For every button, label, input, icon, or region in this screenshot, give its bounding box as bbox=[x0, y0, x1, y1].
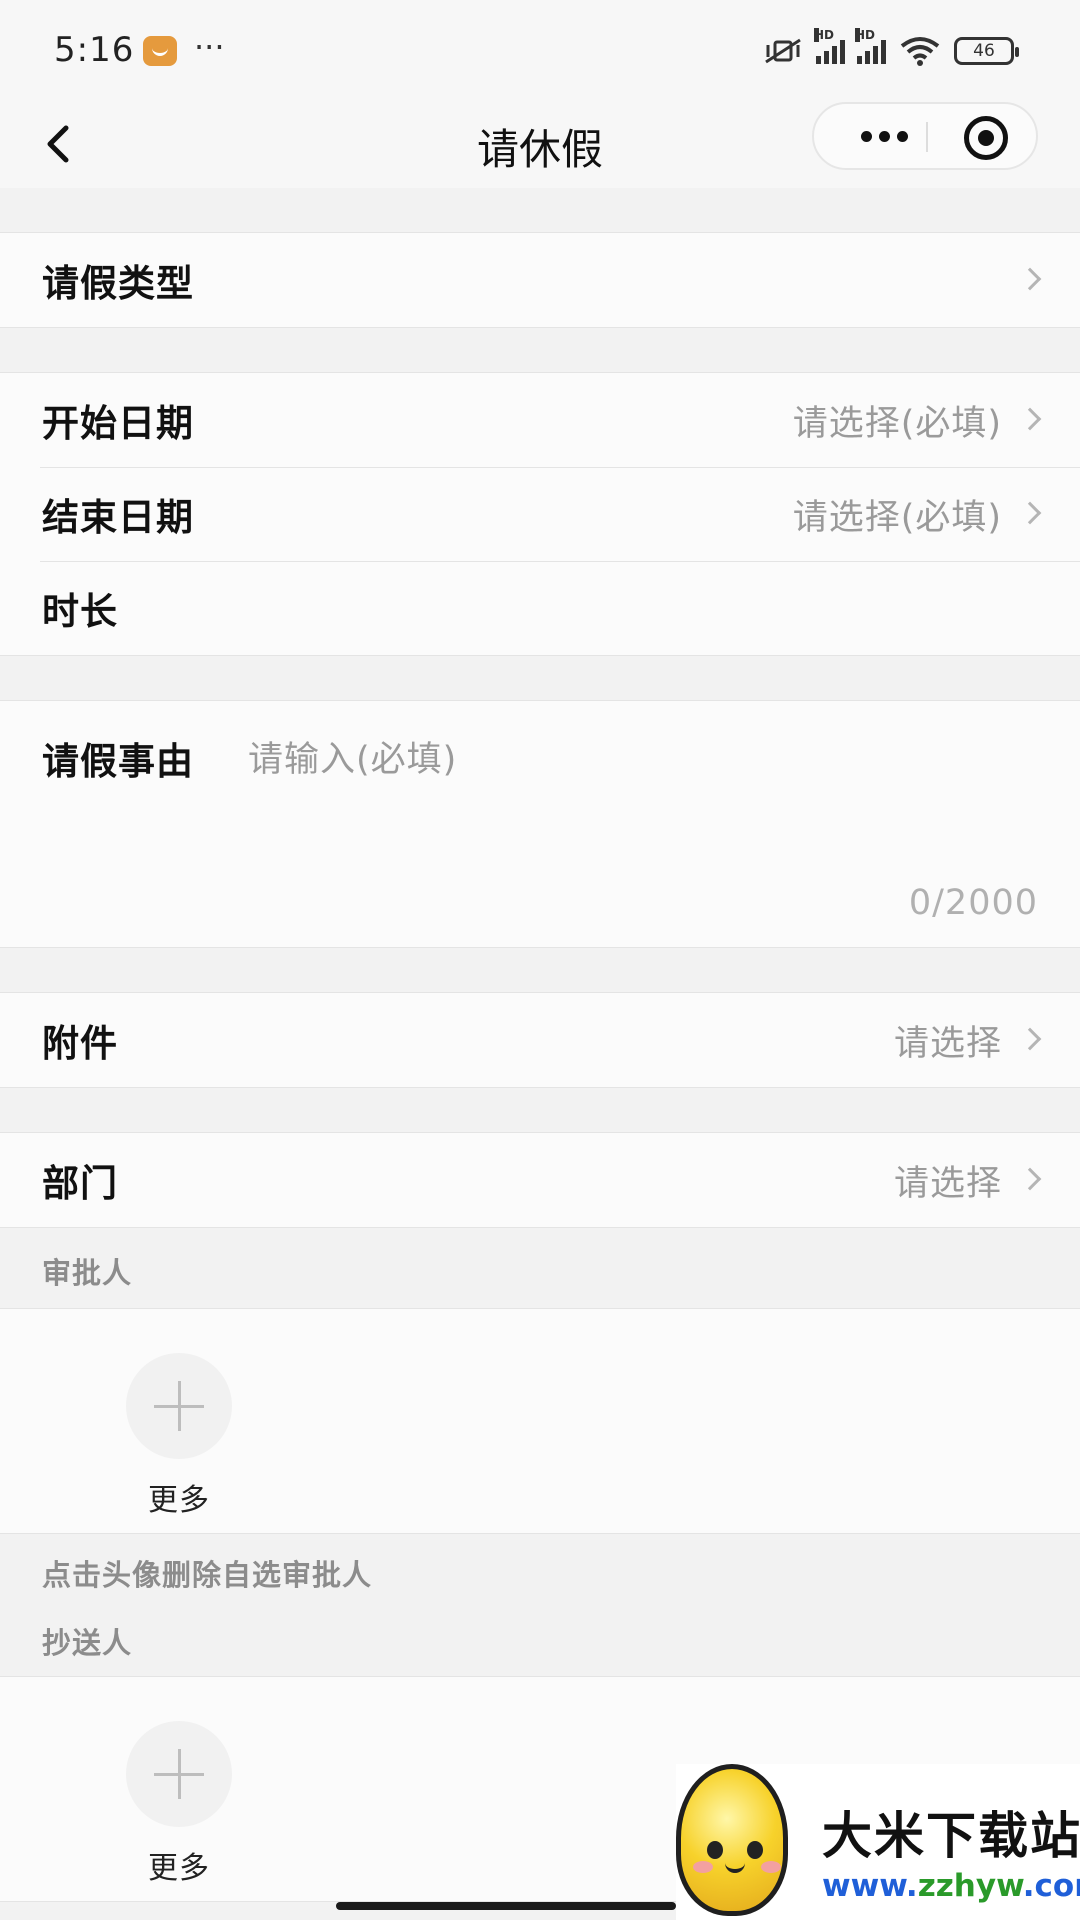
end-date-value: 请选择(必填) bbox=[792, 497, 1002, 538]
mascot-egg-icon bbox=[676, 1764, 788, 1916]
signal-2-icon: HD bbox=[855, 28, 886, 64]
chevron-right-icon bbox=[1018, 501, 1042, 525]
date-group: 开始日期 请选择(必填) 结束日期 请选择(必填) 时长 bbox=[0, 372, 1080, 656]
more-options-icon[interactable] bbox=[842, 104, 926, 168]
approvers-hint-text: 点击头像删除自选审批人 bbox=[42, 1558, 373, 1592]
chevron-right-icon bbox=[1018, 267, 1042, 291]
close-miniapp-icon[interactable] bbox=[964, 116, 1008, 160]
department-label: 部门 bbox=[42, 1162, 118, 1205]
reason-char-counter: 0/2000 bbox=[908, 883, 1038, 923]
app-notification-icon bbox=[143, 36, 177, 66]
reason-input[interactable]: 请输入(必填) bbox=[248, 731, 457, 782]
miniapp-capsule bbox=[812, 102, 1038, 170]
leave-type-group: 请假类型 bbox=[0, 232, 1080, 328]
attachment-value: 请选择 bbox=[893, 1023, 1002, 1064]
add-approver-label[interactable]: 更多 bbox=[126, 1475, 232, 1519]
leave-type-label: 请假类型 bbox=[42, 262, 194, 305]
form-content: 请假类型 开始日期 请选择(必填) 结束日期 请选择(必填) 时长 请假事由 请… bbox=[0, 188, 1080, 1902]
end-date-row[interactable]: 结束日期 请选择(必填) bbox=[0, 467, 1080, 561]
chevron-right-icon bbox=[1018, 1027, 1042, 1051]
vibrate-mute-icon bbox=[765, 38, 801, 64]
duration-row: 时长 bbox=[0, 561, 1080, 655]
department-group: 部门 请选择 bbox=[0, 1132, 1080, 1228]
duration-label: 时长 bbox=[42, 590, 118, 633]
watermark-logo: 大米下载站 www.zzhyw.com bbox=[676, 1764, 1080, 1920]
add-cc-icon[interactable] bbox=[126, 1721, 232, 1827]
approvers-title: 审批人 bbox=[42, 1256, 133, 1290]
approvers-section-title: 审批人 bbox=[0, 1228, 1080, 1308]
signal-1-icon: HD bbox=[814, 28, 845, 64]
watermark-url: www.zzhyw.com bbox=[822, 1868, 1080, 1904]
start-date-row[interactable]: 开始日期 请选择(必填) bbox=[0, 373, 1080, 467]
watermark-title: 大米下载站 bbox=[822, 1807, 1080, 1865]
capsule-divider bbox=[926, 122, 928, 152]
wifi-icon bbox=[900, 37, 940, 66]
reason-field[interactable]: 请假事由 请输入(必填) 0/2000 bbox=[0, 700, 1080, 948]
chevron-right-icon bbox=[1018, 407, 1042, 431]
reason-label: 请假事由 bbox=[42, 740, 194, 783]
attachment-label: 附件 bbox=[42, 1022, 118, 1065]
cc-title: 抄送人 bbox=[42, 1626, 133, 1660]
status-bar: 5:16 ··· HD HD 46 bbox=[0, 0, 1080, 100]
leave-type-row[interactable]: 请假类型 bbox=[0, 233, 1080, 327]
approvers-panel: 更多 bbox=[0, 1308, 1080, 1534]
attachment-row[interactable]: 附件 请选择 bbox=[0, 993, 1080, 1087]
approvers-hint: 点击头像删除自选审批人 bbox=[0, 1534, 1080, 1604]
add-approver-icon[interactable] bbox=[126, 1353, 232, 1459]
battery-icon: 46 bbox=[954, 37, 1019, 65]
start-date-value: 请选择(必填) bbox=[792, 403, 1002, 444]
department-value: 请选择 bbox=[893, 1163, 1002, 1204]
chevron-right-icon bbox=[1018, 1167, 1042, 1191]
add-cc-label[interactable]: 更多 bbox=[126, 1843, 232, 1887]
nav-bar: 请休假 bbox=[0, 100, 1080, 188]
cc-section-title: 抄送人 bbox=[0, 1604, 1080, 1676]
status-time: 5:16 bbox=[54, 30, 135, 70]
status-icons: HD HD 46 bbox=[762, 28, 1019, 68]
more-notifications-icon: ··· bbox=[194, 28, 225, 66]
attachment-group: 附件 请选择 bbox=[0, 992, 1080, 1088]
end-date-label: 结束日期 bbox=[42, 496, 194, 539]
department-row[interactable]: 部门 请选择 bbox=[0, 1133, 1080, 1227]
start-date-label: 开始日期 bbox=[42, 402, 194, 445]
home-indicator[interactable] bbox=[336, 1902, 676, 1910]
